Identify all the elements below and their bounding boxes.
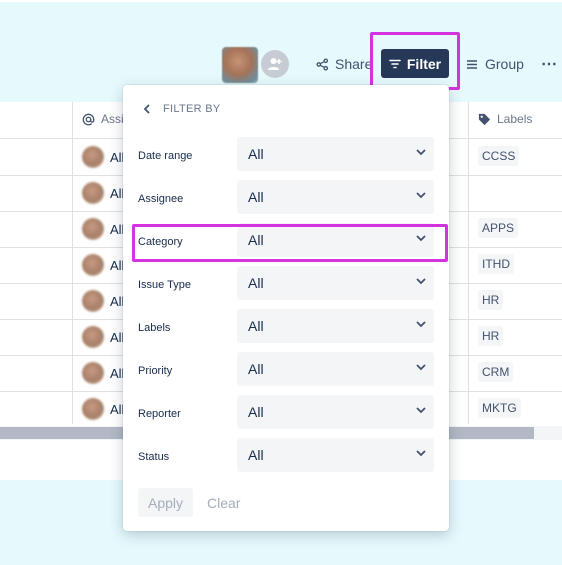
label-chip[interactable]: HR — [478, 326, 504, 346]
toolbar: Share Filter Group ⋯ — [0, 32, 562, 90]
share-icon — [316, 57, 329, 71]
assignee-column-header[interactable]: Assi — [82, 112, 124, 126]
assignee-avatar — [82, 362, 104, 384]
filter-label: Assignee — [138, 193, 184, 205]
assignee-avatar — [82, 326, 104, 348]
label-chip[interactable]: APPS — [478, 218, 519, 238]
chevron-down-icon — [416, 149, 426, 156]
filter-row-date-range: Date range All — [123, 135, 449, 171]
chevron-down-icon — [416, 450, 426, 457]
priority-select[interactable]: All — [237, 352, 434, 386]
select-value: All — [248, 318, 264, 334]
filter-label: Labels — [138, 322, 171, 334]
select-value: All — [248, 404, 264, 420]
add-person-button[interactable] — [261, 50, 289, 78]
select-value: All — [248, 146, 264, 162]
filter-row-labels: Labels All — [123, 307, 449, 343]
chevron-left-icon — [143, 104, 150, 114]
label-chip[interactable]: CRM — [478, 362, 514, 382]
chevron-down-icon — [416, 407, 426, 414]
more-icon: ⋯ — [541, 56, 557, 73]
filter-row-status: Status All — [123, 436, 449, 472]
label-chip[interactable]: CCSS — [478, 146, 520, 166]
filter-row-issue-type: Issue Type All — [123, 264, 449, 300]
group-label: Group — [485, 56, 524, 72]
label-chip[interactable]: ITHD — [478, 254, 514, 274]
filter-label: Filter — [406, 55, 442, 72]
group-icon — [467, 59, 477, 69]
filter-label: Date range — [138, 150, 193, 162]
assignee-avatar — [82, 218, 104, 240]
filter-label: Priority — [138, 365, 173, 377]
category-row-highlight — [132, 224, 448, 262]
filter-row-priority: Priority All — [123, 350, 449, 386]
assignee-avatar — [82, 254, 104, 276]
share-button[interactable]: Share — [316, 51, 372, 77]
filter-icon — [389, 59, 401, 68]
select-value: All — [248, 447, 264, 463]
labels-column-header[interactable]: Labels — [478, 112, 532, 126]
add-person-icon — [268, 58, 282, 70]
more-button[interactable]: ⋯ — [541, 51, 557, 77]
group-button[interactable]: Group — [467, 51, 524, 77]
filter-label: Status — [138, 451, 170, 463]
at-icon — [82, 113, 95, 125]
share-label: Share — [335, 56, 373, 72]
status-select[interactable]: All — [237, 438, 434, 472]
select-value: All — [248, 361, 264, 377]
filter-panel-back[interactable]: FILTER BY — [143, 103, 221, 115]
filter-label: Reporter — [138, 408, 181, 420]
current-user-avatar[interactable] — [222, 47, 258, 83]
date-range-select[interactable]: All — [237, 137, 434, 171]
assignee-avatar — [82, 290, 104, 312]
select-value: All — [248, 275, 264, 291]
filter-row-reporter: Reporter All — [123, 393, 449, 429]
assignee-select[interactable]: All — [237, 180, 434, 214]
filter-panel: FILTER BY Date range All Assignee All Ca… — [123, 85, 449, 531]
chevron-down-icon — [416, 278, 426, 285]
chevron-down-icon — [416, 364, 426, 371]
filter-row-assignee: Assignee All — [123, 178, 449, 214]
chevron-down-icon — [416, 321, 426, 328]
issue-type-select[interactable]: All — [237, 266, 434, 300]
filter-panel-title: FILTER BY — [163, 103, 221, 115]
reporter-select[interactable]: All — [237, 395, 434, 429]
select-value: All — [248, 189, 264, 205]
chevron-down-icon — [416, 192, 426, 199]
label-chip[interactable]: MKTG — [478, 398, 521, 418]
labels-select[interactable]: All — [237, 309, 434, 343]
filter-button[interactable]: Filter — [381, 49, 449, 78]
labels-header-label: Labels — [497, 112, 533, 126]
assignee-header-label: Assi — [101, 112, 124, 126]
assignee-avatar — [82, 398, 104, 420]
tag-icon — [478, 113, 491, 125]
apply-button[interactable]: Apply — [138, 488, 193, 517]
filter-label: Issue Type — [138, 279, 191, 291]
assignee-avatar — [82, 146, 104, 168]
assignee-avatar — [82, 182, 104, 204]
top-strip — [0, 0, 562, 2]
clear-button[interactable]: Clear — [207, 488, 240, 517]
label-chip[interactable]: HR — [478, 290, 504, 310]
